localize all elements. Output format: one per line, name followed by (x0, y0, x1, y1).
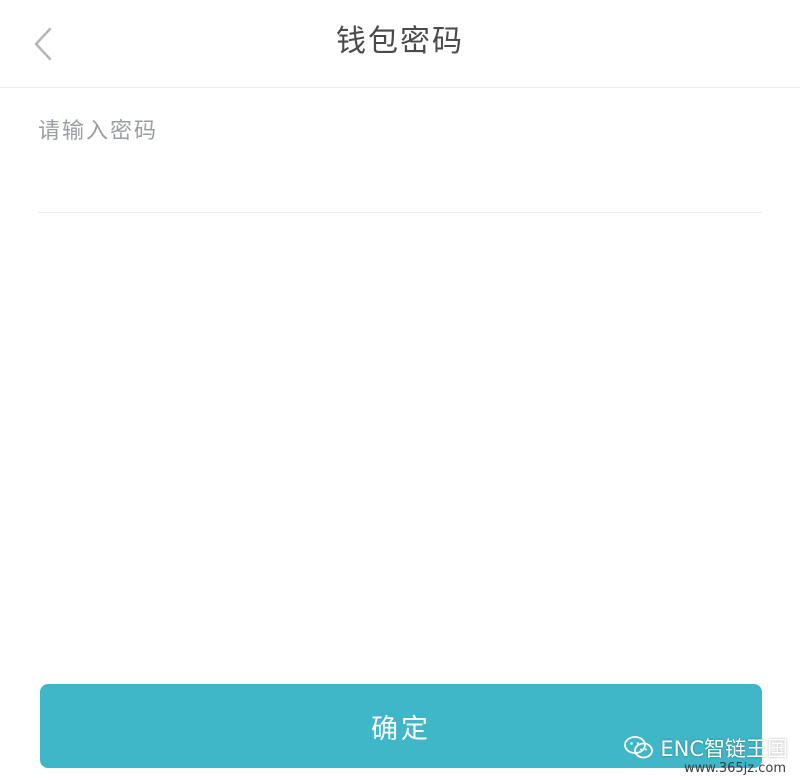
wechat-icon (624, 736, 654, 759)
password-field (38, 109, 762, 213)
watermark: ENC智链王国 (624, 733, 788, 763)
navigation-bar: 钱包密码 (0, 0, 800, 88)
password-input[interactable] (38, 109, 762, 153)
watermark-url: www.365jz.com (684, 761, 786, 776)
wallet-password-screen: 钱包密码 确定 ENC智链王国 www.365jz.com (0, 0, 800, 780)
page-title: 钱包密码 (336, 24, 464, 59)
confirm-button-label: 确定 (371, 713, 431, 745)
main-content (0, 89, 800, 780)
watermark-brand: ENC智链王国 (660, 737, 788, 761)
